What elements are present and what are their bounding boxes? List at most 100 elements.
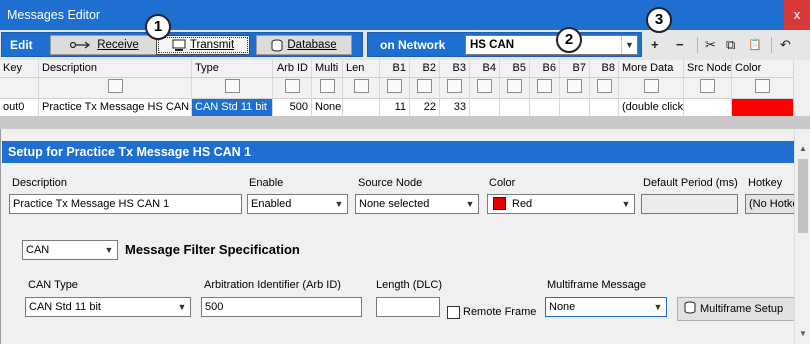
cell-b8[interactable] xyxy=(590,99,619,117)
filter-icon[interactable] xyxy=(224,79,240,93)
filter-cell[interactable] xyxy=(530,78,560,99)
scrollbar-thumb[interactable] xyxy=(798,159,808,233)
cell-src-node[interactable] xyxy=(684,99,732,117)
filter-icon[interactable] xyxy=(477,79,492,93)
filter-cell[interactable] xyxy=(732,78,794,99)
filter-icon[interactable] xyxy=(700,79,715,93)
filter-icon[interactable] xyxy=(107,79,123,93)
filter-icon[interactable] xyxy=(417,79,432,93)
column-header[interactable]: B6 xyxy=(530,60,560,78)
filter-icon[interactable] xyxy=(319,79,335,93)
undo-icon[interactable]: ↶ xyxy=(780,37,791,53)
cell-arb-id[interactable]: 500 xyxy=(273,99,312,117)
filter-cell[interactable] xyxy=(500,78,530,99)
cell-b7[interactable] xyxy=(560,99,590,117)
column-header[interactable]: B8 xyxy=(590,60,619,78)
filter-icon[interactable] xyxy=(387,79,402,93)
filter-cell[interactable] xyxy=(440,78,470,99)
cell-color[interactable] xyxy=(732,99,794,117)
cell-b3[interactable]: 33 xyxy=(440,99,470,117)
color-select[interactable]: Red ▼ xyxy=(487,194,635,214)
column-header[interactable]: B3 xyxy=(440,60,470,78)
multiframe-select[interactable]: None ▼ xyxy=(545,297,667,317)
paste-icon[interactable]: 📋 xyxy=(748,37,762,53)
filter-cell[interactable] xyxy=(343,78,380,99)
cell-multi[interactable]: None xyxy=(312,99,343,117)
column-header[interactable]: Type xyxy=(192,60,273,78)
filter-cell[interactable] xyxy=(312,78,343,99)
column-header[interactable]: Multi xyxy=(312,60,343,78)
filter-icon[interactable] xyxy=(284,79,300,93)
scroll-up-icon[interactable]: ▲ xyxy=(795,141,810,157)
column-header[interactable]: Key xyxy=(0,60,39,78)
cell-b4[interactable] xyxy=(470,99,500,117)
source-node-select[interactable]: None selected ▼ xyxy=(355,194,479,214)
column-header[interactable]: B2 xyxy=(410,60,440,78)
column-header[interactable]: B7 xyxy=(560,60,590,78)
grid-scroll-area xyxy=(794,60,810,116)
cell-b1[interactable]: 11 xyxy=(380,99,410,117)
remote-frame-checkbox[interactable] xyxy=(447,306,460,319)
filter-icon[interactable] xyxy=(507,79,522,93)
scroll-down-icon[interactable]: ▼ xyxy=(795,326,810,342)
filter-cell[interactable] xyxy=(410,78,440,99)
filter-cell[interactable] xyxy=(470,78,500,99)
filter-icon[interactable] xyxy=(537,79,552,93)
cell-b5[interactable] xyxy=(500,99,530,117)
add-icon[interactable]: + xyxy=(651,37,659,53)
filter-icon[interactable] xyxy=(596,79,612,93)
filter-cell[interactable] xyxy=(590,78,619,99)
copy-icon[interactable]: ⧉ xyxy=(726,37,735,53)
cut-icon[interactable]: ✂ xyxy=(705,37,716,53)
cell-description[interactable]: Practice Tx Message HS CAN 1 xyxy=(39,99,192,117)
receive-button[interactable]: Receive xyxy=(50,35,158,55)
filter-cell[interactable] xyxy=(560,78,590,99)
filter-cell[interactable] xyxy=(192,78,273,99)
multiframe-setup-label: Multiframe Setup xyxy=(700,303,784,315)
cell-more-data[interactable]: (double click) xyxy=(619,99,684,117)
multiframe-setup-button[interactable]: Multiframe Setup xyxy=(677,297,795,321)
filter-cell[interactable] xyxy=(380,78,410,99)
column-header[interactable]: More Data xyxy=(619,60,684,78)
column-header[interactable]: Arb ID xyxy=(273,60,312,78)
transmit-button[interactable]: Transmit xyxy=(156,35,250,55)
filter-cell[interactable] xyxy=(619,78,684,99)
default-period-field[interactable] xyxy=(641,194,738,214)
multiframe-label: Multiframe Message xyxy=(547,279,647,291)
filter-icon[interactable] xyxy=(447,79,462,93)
can-type-select[interactable]: CAN Std 11 bit ▼ xyxy=(25,297,191,317)
enable-select[interactable]: Enabled ▼ xyxy=(247,194,348,214)
column-header[interactable]: Description xyxy=(39,60,192,78)
cell-len[interactable] xyxy=(343,99,380,117)
filter-cell[interactable] xyxy=(273,78,312,99)
filter-icon[interactable] xyxy=(567,79,582,93)
column-header[interactable]: B5 xyxy=(500,60,530,78)
cell-key[interactable]: out0 xyxy=(0,99,39,117)
column-header[interactable]: Src Node xyxy=(684,60,732,78)
arb-id-label: Arbitration Identifier (Arb ID) xyxy=(204,279,341,291)
length-field[interactable] xyxy=(376,297,440,317)
hotkey-select[interactable]: (No Hotkey) xyxy=(745,194,795,214)
description-field[interactable]: Practice Tx Message HS CAN 1 xyxy=(9,194,242,214)
filter-cell[interactable] xyxy=(684,78,732,99)
setup-scrollbar[interactable]: ▲ ▼ xyxy=(794,129,810,344)
filter-type-select[interactable]: CAN ▼ xyxy=(22,240,118,260)
arb-id-field[interactable]: 500 xyxy=(201,297,362,317)
network-select[interactable]: HS CAN ▼ xyxy=(465,35,638,55)
remove-icon[interactable]: − xyxy=(676,37,684,53)
setup-panel: Setup for Practice Tx Message HS CAN 1 D… xyxy=(0,129,795,344)
hotkey-label: Hotkey xyxy=(748,177,783,189)
cell-b6[interactable] xyxy=(530,99,560,117)
filter-icon[interactable] xyxy=(643,79,659,93)
filter-icon[interactable] xyxy=(755,79,770,93)
filter-icon[interactable] xyxy=(353,79,369,93)
column-header[interactable]: Color xyxy=(732,60,794,78)
column-header[interactable]: B4 xyxy=(470,60,500,78)
cell-type[interactable]: CAN Std 11 bit xyxy=(192,99,273,117)
cell-b2[interactable]: 22 xyxy=(410,99,440,117)
filter-cell[interactable] xyxy=(39,78,192,99)
database-button[interactable]: Database xyxy=(256,35,352,55)
close-button[interactable]: x xyxy=(784,0,810,30)
column-header[interactable]: Len xyxy=(343,60,380,78)
column-header[interactable]: B1 xyxy=(380,60,410,78)
